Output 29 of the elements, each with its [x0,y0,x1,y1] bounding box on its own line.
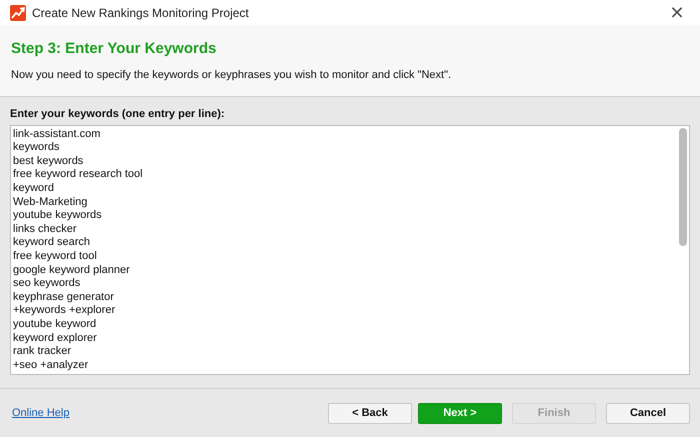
online-help-link[interactable]: Online Help [12,407,328,420]
keyword-entry: keywords [13,141,60,154]
keyword-entry: free keyword research tool [13,168,143,180]
window-title: Create New Rankings Monitoring Project [32,6,250,20]
wizard-button[interactable]: < Back [328,402,412,424]
keyword-entry: free keyword tool [13,250,97,262]
keyword-entry: keyword [13,182,54,194]
app-logo-icon [10,4,26,20]
keyword-entry: +seo +analyzer [13,358,88,371]
keywords-label: Enter your keywords (one entry per line): [10,108,226,120]
keyword-entry: keyword explorer [13,332,97,344]
keyword-entry: youtube keyword [13,318,96,330]
instruction-text: Now you need to specify the keywords or keyphrases you wish to monitor and click "Next". [11,69,452,81]
keyword-entry: keyword search [13,236,90,248]
keyword-entry: +keywords +explorer [13,304,116,316]
keyword-entry: Web-Marketing [13,196,88,208]
keyword-entry: youtube keywords [13,209,102,222]
keyword-entry: links checker [13,222,77,235]
wizard-button[interactable]: Cancel [606,402,690,424]
keyword-entry: seo keywords [13,277,80,290]
keyword-entry: keyphrase generator [13,290,114,303]
close-button[interactable]: × [654,0,700,25]
keyword-entry: best keywords [13,154,84,167]
keyword-entry: link-assistant.com [13,128,100,140]
scrollbar-thumb[interactable] [679,128,687,246]
keyword-entry: rank tracker [13,345,72,358]
keyword-entry: google keyword planner [13,264,130,276]
keywords-field[interactable] [10,124,690,376]
step-title: Step 3: Enter Your Keywords [11,40,218,57]
